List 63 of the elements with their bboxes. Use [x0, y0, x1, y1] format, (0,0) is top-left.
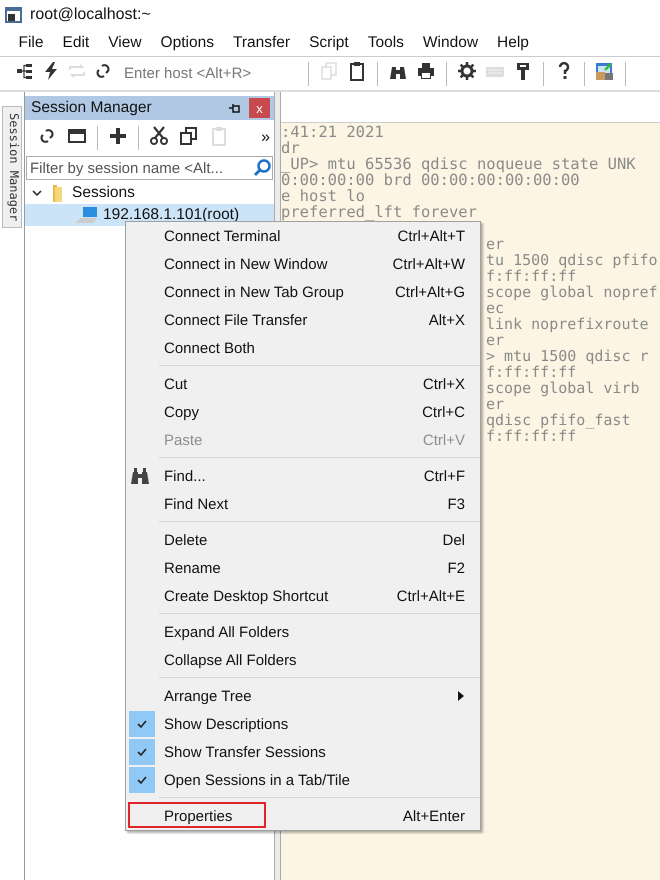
terminal-line: f:ff:ff:ff: [486, 267, 576, 285]
terminal-line: scope global nopref: [486, 283, 658, 301]
terminal-line: link noprefixroute: [486, 315, 649, 333]
host-field[interactable]: Enter host <Alt+R>: [118, 65, 300, 82]
menu-item[interactable]: Cut Ctrl+X: [126, 370, 480, 398]
cut-icon[interactable]: [147, 126, 171, 146]
menu-item[interactable]: Find... Ctrl+F: [126, 462, 480, 490]
app-icon: [4, 5, 24, 25]
terminal-line: _UP> mtu 65536 qdisc noqueue state UNK: [281, 155, 636, 173]
terminal-line: ec: [486, 299, 504, 317]
terminal-line: e host lo: [281, 187, 365, 205]
terminal-line: scope global virb: [486, 379, 640, 397]
menu-item[interactable]: Copy Ctrl+C: [126, 398, 480, 426]
submenu-arrow-icon: [457, 690, 465, 702]
terminal-line: dr: [281, 139, 300, 157]
menu-item[interactable]: Properties Alt+Enter: [126, 802, 480, 830]
tree-item[interactable]: Sessions: [25, 182, 274, 204]
menu-item[interactable]: Open Sessions in a Tab/Tile: [126, 766, 480, 794]
menu-item[interactable]: Edit: [52, 34, 99, 52]
computer-icon: [73, 206, 99, 224]
menu-item[interactable]: Arrange Tree: [126, 682, 480, 710]
menu-item[interactable]: Rename F2: [126, 554, 480, 582]
terminal-line: > mtu 1500 qdisc r: [486, 347, 649, 365]
menu-item[interactable]: Expand All Folders: [126, 618, 480, 646]
terminal-line: er: [486, 235, 504, 253]
menu-item[interactable]: Tools: [358, 34, 414, 52]
window-title: root@localhost:~: [30, 6, 151, 24]
menu-item[interactable]: Connect in New Window Ctrl+Alt+W: [126, 250, 480, 278]
folder-icon: [53, 184, 62, 202]
menu-item[interactable]: Show Descriptions: [126, 710, 480, 738]
binoculars-icon: [130, 466, 150, 486]
menu-item[interactable]: Collapse All Folders: [126, 646, 480, 674]
menu-item[interactable]: View: [98, 34, 152, 52]
session-manager-tab[interactable]: Session Manager: [2, 106, 22, 228]
pin-icon[interactable]: [229, 102, 241, 114]
menu-item[interactable]: Connect Both: [126, 334, 480, 362]
terminal-line: f:ff:ff:ff: [486, 427, 576, 445]
menu-item[interactable]: Window: [413, 34, 488, 52]
menu-item[interactable]: Delete Del: [126, 526, 480, 554]
search-icon[interactable]: [252, 158, 272, 178]
menu-item[interactable]: Transfer: [223, 34, 300, 52]
menu-item[interactable]: Find Next F3: [126, 490, 480, 518]
panel-title: Session Manager: [31, 99, 153, 117]
terminal-line: tu 1500 qdisc pfifo: [486, 251, 658, 269]
terminal-line: preferred_lft forever: [281, 203, 477, 221]
terminal-line: qdisc pfifo_fast: [486, 411, 630, 429]
menu-item[interactable]: Create Desktop Shortcut Ctrl+Alt+E: [126, 582, 480, 610]
terminal-line: f:ff:ff:ff: [486, 363, 576, 381]
gear-icon[interactable]: [455, 61, 479, 81]
filter-field[interactable]: Filter by session name <Alt...: [26, 156, 273, 180]
menu-item[interactable]: Script: [300, 34, 358, 52]
menu-item[interactable]: Connect in New Tab Group Ctrl+Alt+G: [126, 278, 480, 306]
menu-item[interactable]: Show Transfer Sessions: [126, 738, 480, 766]
menu-item[interactable]: Options: [151, 34, 224, 52]
terminal-line: :41:21 2021: [281, 123, 384, 141]
menu-item[interactable]: Help: [488, 34, 538, 52]
menu-item[interactable]: File: [9, 34, 53, 52]
overflow-button[interactable]: »: [261, 129, 270, 147]
terminal-line: er: [486, 395, 504, 413]
terminal-line: er: [486, 331, 504, 349]
menu-item[interactable]: Connect File Transfer Alt+X: [126, 306, 480, 334]
close-button[interactable]: x: [249, 98, 270, 118]
terminal-line: 0:00:00:00 brd 00:00:00:00:00:00: [281, 171, 580, 189]
